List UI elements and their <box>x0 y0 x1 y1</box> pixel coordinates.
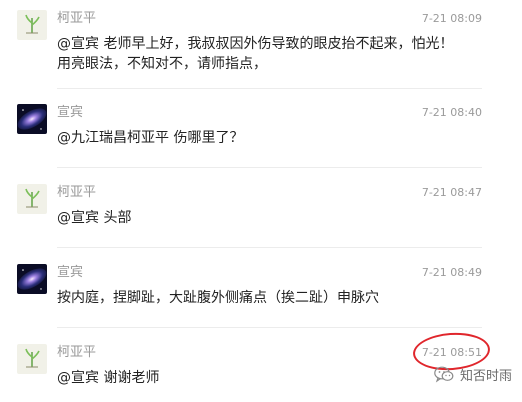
comment-text-line: @宣宾 老师早上好，我叔叔因外伤导致的眼皮抬不起来，怕光！ <box>57 36 454 52</box>
bamboo-avatar[interactable] <box>17 10 47 40</box>
comment-username[interactable]: 柯亚平 <box>57 185 96 201</box>
comment-time: 7-21 08:40 <box>421 106 482 119</box>
wechat-icon <box>434 366 454 383</box>
comment-text: @宣宾 头部 <box>57 208 457 228</box>
comment-text-line: @宣宾 谢谢老师 <box>57 370 160 386</box>
comment-username[interactable]: 宣宾 <box>57 265 83 281</box>
comment-divider <box>57 327 482 328</box>
comment-text: @九江瑞昌柯亚平 伤哪里了？ <box>57 128 457 148</box>
comment-text: 按内庭，捏脚趾，大趾腹外侧痛点（挨二趾）申脉穴 <box>57 288 457 308</box>
comment-thread: 柯亚平 7-21 08:09 @宣宾 老师早上好，我叔叔因外伤导致的眼皮抬不起来… <box>0 0 522 402</box>
galaxy-avatar[interactable] <box>17 104 47 134</box>
comment-text-line: @九江瑞昌柯亚平 伤哪里了？ <box>57 130 244 146</box>
comment-username[interactable]: 柯亚平 <box>57 11 96 27</box>
comment-time: 7-21 08:49 <box>421 266 482 279</box>
watermark-text: 知否时雨 <box>459 369 512 384</box>
comment-text-line: 用亮眼法，不知对不，请师指点， <box>57 56 267 72</box>
comment-divider <box>57 247 482 248</box>
comment-time: 7-21 08:47 <box>421 186 482 199</box>
comment-text: @宣宾 谢谢老师 <box>57 368 457 388</box>
comment-text: @宣宾 老师早上好，我叔叔因外伤导致的眼皮抬不起来，怕光！ 用亮眼法，不知对不，… <box>57 34 457 74</box>
comment-divider <box>57 88 482 89</box>
bamboo-avatar[interactable] <box>17 344 47 374</box>
galaxy-avatar[interactable] <box>17 264 47 294</box>
comment-divider <box>57 167 482 168</box>
comment-time: 7-21 08:09 <box>421 12 482 25</box>
comment-username[interactable]: 宣宾 <box>57 105 83 121</box>
watermark: 知否时雨 <box>434 365 512 384</box>
comment-username[interactable]: 柯亚平 <box>57 345 96 361</box>
comment-text-line: @宣宾 头部 <box>57 210 132 226</box>
bamboo-avatar[interactable] <box>17 184 47 214</box>
comment-text-line: 按内庭，捏脚趾，大趾腹外侧痛点（挨二趾）申脉穴 <box>57 290 379 306</box>
